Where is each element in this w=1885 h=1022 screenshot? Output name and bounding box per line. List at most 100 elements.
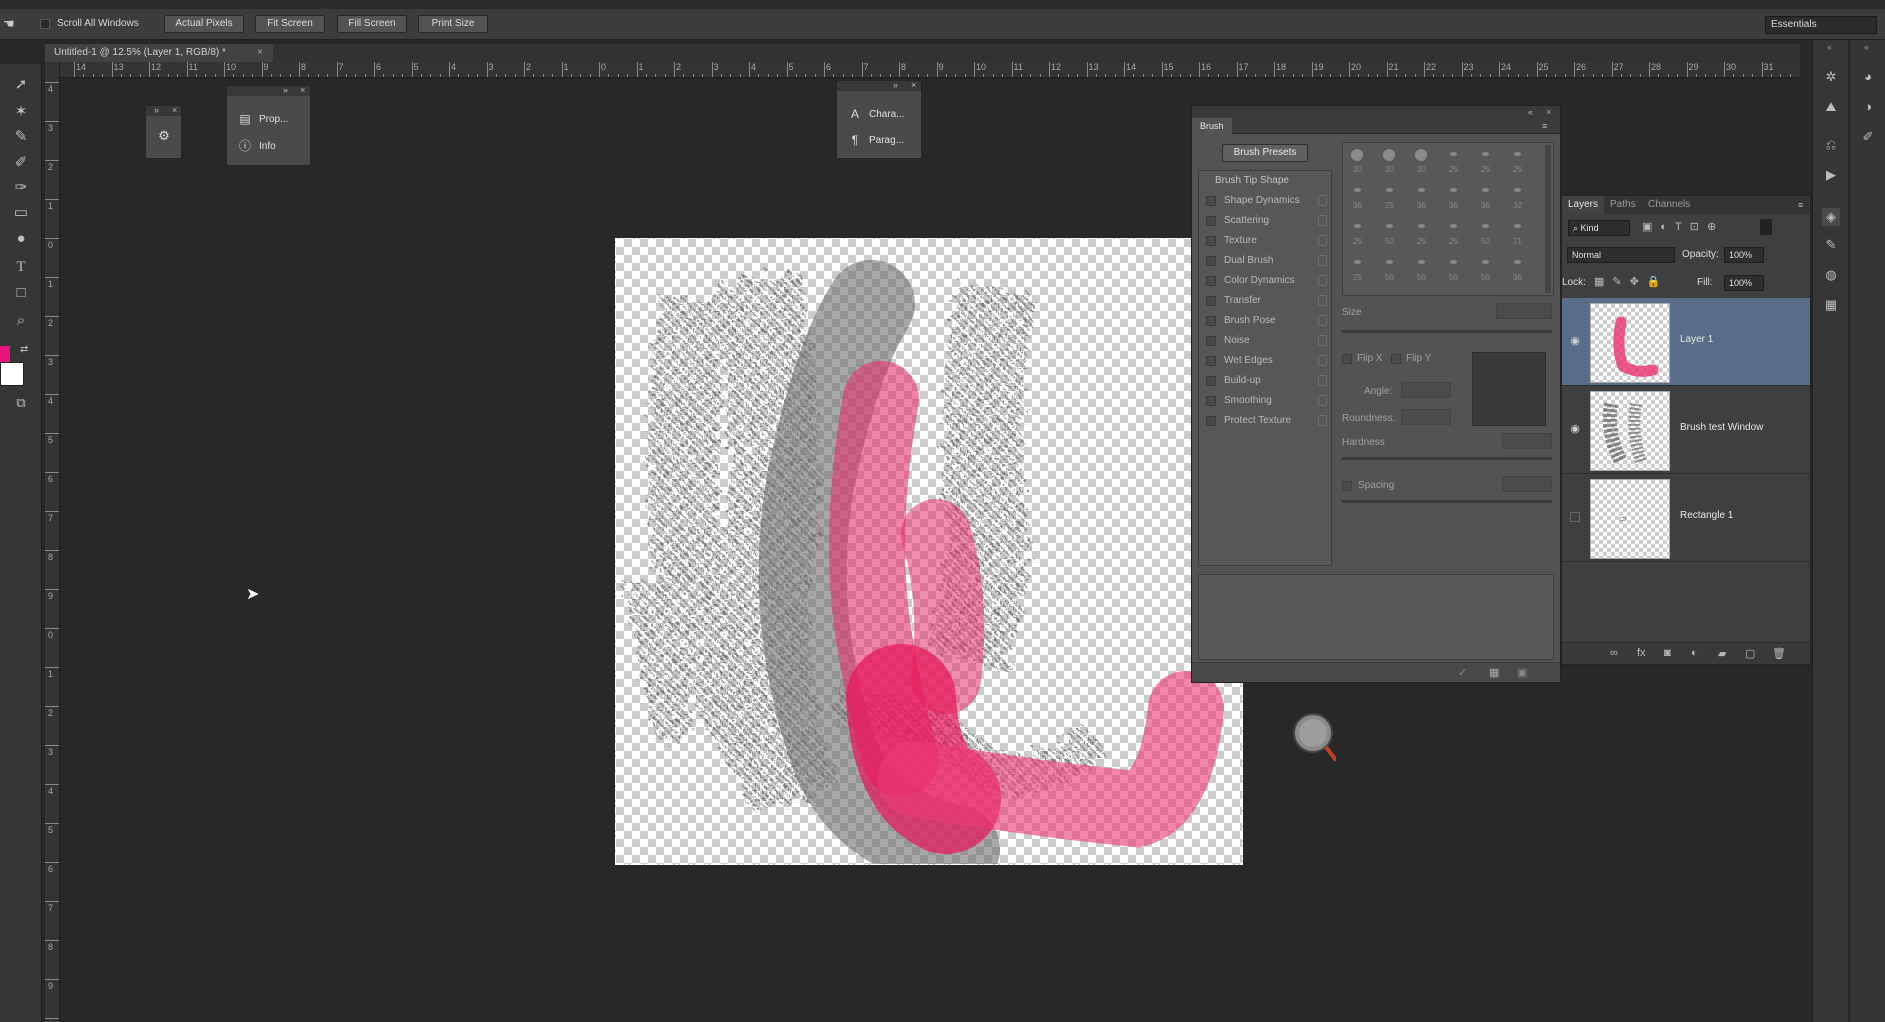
visibility-toggle[interactable]	[1570, 512, 1580, 522]
fill-field[interactable]: 100%	[1724, 275, 1764, 291]
adjustments-icon[interactable]: ◑	[1859, 98, 1877, 116]
brush-grid-icon[interactable]: ▦	[1489, 666, 1499, 679]
mask-icon[interactable]: ◙	[1664, 647, 1671, 659]
brush-tip-swatch[interactable]	[1353, 259, 1361, 264]
brush-tip-swatch[interactable]	[1481, 151, 1489, 156]
lock-icon[interactable]	[1318, 295, 1327, 306]
eyedropper-icon[interactable]: ✎	[10, 126, 32, 148]
swap-colors-icon[interactable]: ⇄	[20, 344, 32, 356]
brush-option-item[interactable]: Dual Brush	[1199, 251, 1331, 271]
layer-filter-icons[interactable]: ▣◐T⊡⊕	[1642, 220, 1724, 233]
layer-row[interactable]: ▭ Rectangle 1	[1562, 474, 1810, 562]
swatches-icon[interactable]: ▦	[1822, 296, 1840, 314]
document-canvas[interactable]	[615, 238, 1243, 893]
print-size-button[interactable]: Print Size	[418, 15, 488, 33]
adjustment-icon[interactable]: ◐	[1691, 647, 1698, 659]
fill-screen-button[interactable]: Fill Screen	[337, 15, 407, 33]
brush-tip-swatch[interactable]	[1353, 223, 1361, 228]
fit-screen-button[interactable]: Fit Screen	[255, 15, 325, 33]
blend-mode-select[interactable]: Normal	[1567, 247, 1675, 263]
brush-tip-swatch[interactable]	[1481, 187, 1489, 192]
channels-icon[interactable]: ◍	[1822, 266, 1840, 284]
spacing-checkbox[interactable]	[1342, 481, 1352, 491]
paragraph-panel-button[interactable]: ¶ Parag...	[847, 131, 904, 151]
brush-option-item[interactable]: Color Dynamics	[1199, 271, 1331, 291]
layer-row[interactable]: ◉ Brush test Window	[1562, 386, 1810, 474]
actions-icon[interactable]: ▶	[1822, 166, 1840, 184]
brush-option-item[interactable]: Protect Texture	[1199, 411, 1331, 431]
brush-tip-swatch[interactable]	[1513, 187, 1521, 192]
character-panel-button[interactable]: A Chara...	[847, 105, 905, 125]
hand-tool-icon[interactable]: ☚	[3, 15, 21, 33]
eye-icon[interactable]: ◉	[1568, 422, 1582, 436]
tab-channels[interactable]: Channels	[1642, 196, 1696, 214]
brush-option-checkbox[interactable]	[1206, 356, 1216, 366]
brush-option-item[interactable]: Noise	[1199, 331, 1331, 351]
brush-option-checkbox[interactable]	[1206, 236, 1216, 246]
brush-option-item[interactable]: Shape Dynamics	[1199, 191, 1331, 211]
brush-option-item[interactable]: Wet Edges	[1199, 351, 1331, 371]
zoom-tool-icon[interactable]: ⌕	[10, 310, 32, 332]
collapse-dock-icon[interactable]: «	[1864, 42, 1869, 52]
collapse-dock-icon[interactable]: «	[1827, 42, 1832, 52]
tip-grid-scrollbar[interactable]	[1545, 145, 1551, 293]
brush-option-checkbox[interactable]	[1206, 216, 1216, 226]
brush-tip-swatch[interactable]	[1385, 259, 1393, 264]
brush-tip-swatch[interactable]	[1449, 151, 1457, 156]
panel-menu-icon[interactable]: ≡	[1798, 201, 1803, 210]
spacing-slider[interactable]	[1342, 500, 1552, 503]
flip-y-checkbox[interactable]	[1391, 354, 1401, 364]
lock-icon[interactable]	[1318, 375, 1327, 386]
histogram-icon[interactable]: ⛰	[1822, 98, 1840, 116]
group-icon[interactable]: ▰	[1718, 647, 1726, 660]
brush-option-item[interactable]: Smoothing	[1199, 391, 1331, 411]
lock-icon[interactable]	[1318, 355, 1327, 366]
shape-tool-icon[interactable]: □	[10, 282, 32, 304]
size-slider[interactable]	[1342, 330, 1552, 333]
size-field[interactable]	[1496, 303, 1552, 319]
brush-option-item[interactable]: Scattering	[1199, 211, 1331, 231]
trash-icon[interactable]: 🗑	[1772, 647, 1786, 660]
brush-tip-swatch[interactable]	[1385, 223, 1393, 228]
navigator-icon[interactable]: ✲	[1822, 68, 1840, 86]
brush-option-checkbox[interactable]	[1206, 256, 1216, 266]
brush-option-item[interactable]: Transfer	[1199, 291, 1331, 311]
brush-tip-swatch[interactable]	[1383, 149, 1395, 161]
scroll-all-windows-checkbox[interactable]	[40, 19, 50, 29]
fx-icon[interactable]: fx	[1637, 647, 1646, 659]
brush-angle-preview[interactable]	[1472, 352, 1546, 426]
color-icon[interactable]: ◕	[1859, 68, 1877, 86]
history-icon[interactable]: ⎌	[1822, 136, 1840, 154]
brush-tip-swatch[interactable]	[1417, 187, 1425, 192]
info-panel-button[interactable]: ⓘ Info	[237, 137, 276, 157]
brush-tip-swatch[interactable]	[1481, 223, 1489, 228]
brush-option-checkbox[interactable]	[1206, 396, 1216, 406]
brush-tab[interactable]: Brush	[1192, 118, 1232, 134]
type-tool-icon[interactable]: T	[10, 256, 32, 278]
brush-option-item[interactable]: Build-up	[1199, 371, 1331, 391]
brush-tool-icon[interactable]: ✐	[10, 152, 32, 174]
hardness-slider[interactable]	[1342, 457, 1552, 460]
lock-icons[interactable]: ▦✎✥🔒	[1594, 275, 1669, 288]
layer-row[interactable]: ◉ Layer 1	[1562, 298, 1810, 386]
hardness-field[interactable]	[1502, 433, 1552, 449]
brush-option-checkbox[interactable]	[1206, 196, 1216, 206]
new-layer-icon[interactable]: ▢	[1745, 647, 1755, 660]
background-color-swatch[interactable]	[0, 362, 24, 386]
toggle-bristle-icon[interactable]: ✓	[1458, 666, 1467, 679]
angle-field[interactable]	[1401, 382, 1451, 398]
expand-icon[interactable]: »	[283, 86, 288, 95]
panel-menu-icon[interactable]: ≡	[1542, 122, 1547, 131]
history-brush-icon[interactable]: ✑	[10, 177, 32, 199]
lock-icon[interactable]	[1318, 275, 1327, 286]
filter-kind-select[interactable]: ⌕ Kind	[1568, 220, 1630, 236]
lock-icon[interactable]	[1318, 235, 1327, 246]
lock-icon[interactable]	[1318, 315, 1327, 326]
workspace-switcher[interactable]: Essentials	[1765, 16, 1877, 34]
brush-option-item[interactable]: Texture	[1199, 231, 1331, 251]
brush-tip-swatch[interactable]	[1481, 259, 1489, 264]
roundness-field[interactable]	[1401, 409, 1451, 425]
tool-presets-icon[interactable]: ⚙	[154, 128, 174, 144]
lock-icon[interactable]	[1318, 335, 1327, 346]
brush-option-item[interactable]: Brush Pose	[1199, 311, 1331, 331]
